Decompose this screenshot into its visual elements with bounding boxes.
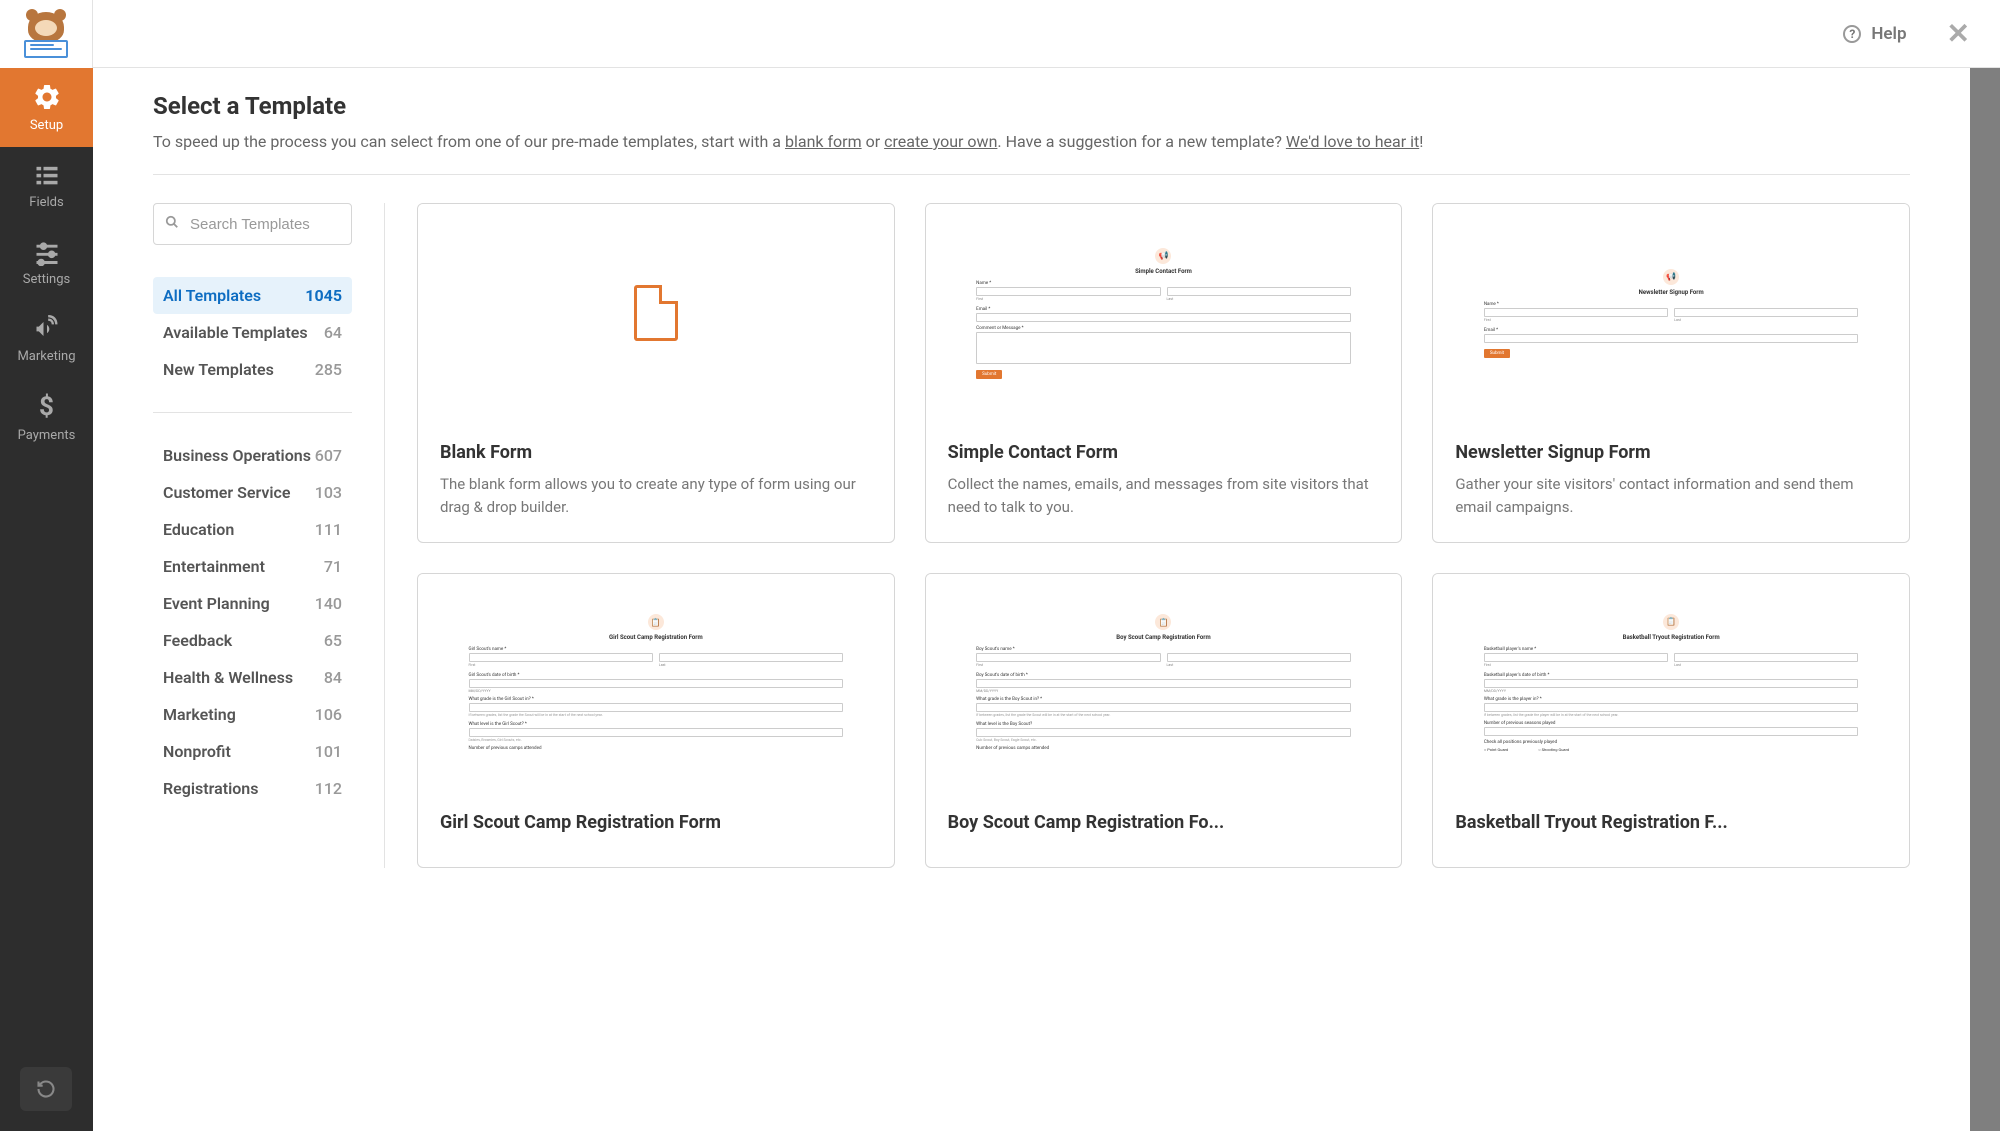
card-title: Boy Scout Camp Registration Fo... xyxy=(948,812,1380,833)
intro: Select a Template To speed up the proces… xyxy=(153,68,1910,175)
category-item[interactable]: Customer Service103 xyxy=(153,474,352,511)
category-item[interactable]: Marketing106 xyxy=(153,696,352,733)
page-title: Select a Template xyxy=(153,92,1910,120)
card-preview: 📋Girl Scout Camp Registration FormGirl S… xyxy=(418,574,894,792)
category-item[interactable]: Entertainment71 xyxy=(153,548,352,585)
link-create-own[interactable]: create your own xyxy=(884,132,997,151)
link-blank-form[interactable]: blank form xyxy=(785,132,862,151)
category-item[interactable]: Feedback65 xyxy=(153,622,352,659)
card-preview: 📢Newsletter Signup FormName *FirstLastEm… xyxy=(1433,204,1909,422)
search-icon xyxy=(165,215,179,233)
card-title: Blank Form xyxy=(440,442,872,463)
template-card[interactable]: 📋Basketball Tryout Registration FormBask… xyxy=(1432,573,1910,868)
category-item[interactable]: Event Planning140 xyxy=(153,585,352,622)
nav-marketing[interactable]: Marketing xyxy=(0,301,93,378)
card-desc: Collect the names, emails, and messages … xyxy=(948,473,1380,518)
template-card[interactable]: 📋Girl Scout Camp Registration FormGirl S… xyxy=(417,573,895,868)
blank-icon xyxy=(634,285,678,341)
cat-available-templates[interactable]: Available Templates 64 xyxy=(153,314,352,351)
card-preview: 📋Boy Scout Camp Registration FormBoy Sco… xyxy=(926,574,1402,792)
card-desc: Gather your site visitors' contact infor… xyxy=(1455,473,1887,518)
category-item[interactable]: Registrations112 xyxy=(153,770,352,807)
card-preview xyxy=(418,204,894,422)
nav-label: Settings xyxy=(23,272,70,287)
top-categories: All Templates 1045 Available Templates 6… xyxy=(153,277,352,388)
card-title: Simple Contact Form xyxy=(948,442,1380,463)
template-grid: Blank Form The blank form allows you to c… xyxy=(417,203,1910,868)
template-card[interactable]: 📢Newsletter Signup FormName *FirstLastEm… xyxy=(1432,203,1910,543)
help-icon: ? xyxy=(1843,25,1861,43)
header: ? Help ✕ xyxy=(93,0,2000,68)
undo-icon xyxy=(36,1079,56,1099)
card-desc: The blank form allows you to create any … xyxy=(440,473,872,518)
help-button[interactable]: ? Help xyxy=(1843,24,1906,44)
sliders-icon xyxy=(33,238,61,266)
category-item[interactable]: Business Operations607 xyxy=(153,437,352,474)
divider xyxy=(153,412,352,413)
nav-label: Fields xyxy=(29,195,63,210)
intro-text: To speed up the process you can select f… xyxy=(153,130,1910,154)
dollar-icon: $ xyxy=(39,392,54,422)
search-input[interactable] xyxy=(153,203,352,245)
nav-payments[interactable]: $ Payments xyxy=(0,378,93,457)
template-card[interactable]: 📢Simple Contact FormName *FirstLastEmail… xyxy=(925,203,1403,543)
bullhorn-icon xyxy=(33,315,61,343)
card-preview: 📢Simple Contact FormName *FirstLastEmail… xyxy=(926,204,1402,422)
category-item[interactable]: Education111 xyxy=(153,511,352,548)
cat-new-templates[interactable]: New Templates 285 xyxy=(153,351,352,388)
category-item[interactable]: Nonprofit101 xyxy=(153,733,352,770)
category-item[interactable]: Health & Wellness84 xyxy=(153,659,352,696)
card-title: Basketball Tryout Registration F... xyxy=(1455,812,1887,833)
card-title: Newsletter Signup Form xyxy=(1455,442,1887,463)
nav-label: Payments xyxy=(18,428,76,443)
template-card[interactable]: Blank Form The blank form allows you to c… xyxy=(417,203,895,543)
nav-settings[interactable]: Settings xyxy=(0,224,93,301)
nav-label: Marketing xyxy=(17,349,75,364)
nav-fields[interactable]: Fields xyxy=(0,147,93,224)
nav-label: Setup xyxy=(30,118,63,133)
template-card[interactable]: 📋Boy Scout Camp Registration FormBoy Sco… xyxy=(925,573,1403,868)
close-button[interactable]: ✕ xyxy=(1947,17,1970,50)
card-title: Girl Scout Camp Registration Form xyxy=(440,812,872,833)
gear-icon xyxy=(32,82,62,112)
categories: Business Operations607Customer Service10… xyxy=(153,437,352,807)
link-suggestion[interactable]: We'd love to hear it xyxy=(1286,132,1419,151)
sidebar: Setup Fields Settings Marketing $ Paymen… xyxy=(0,0,93,1131)
undo-button[interactable] xyxy=(20,1067,72,1111)
cat-all-templates[interactable]: All Templates 1045 xyxy=(153,277,352,314)
list-icon xyxy=(33,161,61,189)
help-label: Help xyxy=(1871,24,1906,44)
card-preview: 📋Basketball Tryout Registration FormBask… xyxy=(1433,574,1909,792)
filter-panel: All Templates 1045 Available Templates 6… xyxy=(153,203,385,868)
logo[interactable] xyxy=(0,0,93,68)
nav-setup[interactable]: Setup xyxy=(0,68,93,147)
